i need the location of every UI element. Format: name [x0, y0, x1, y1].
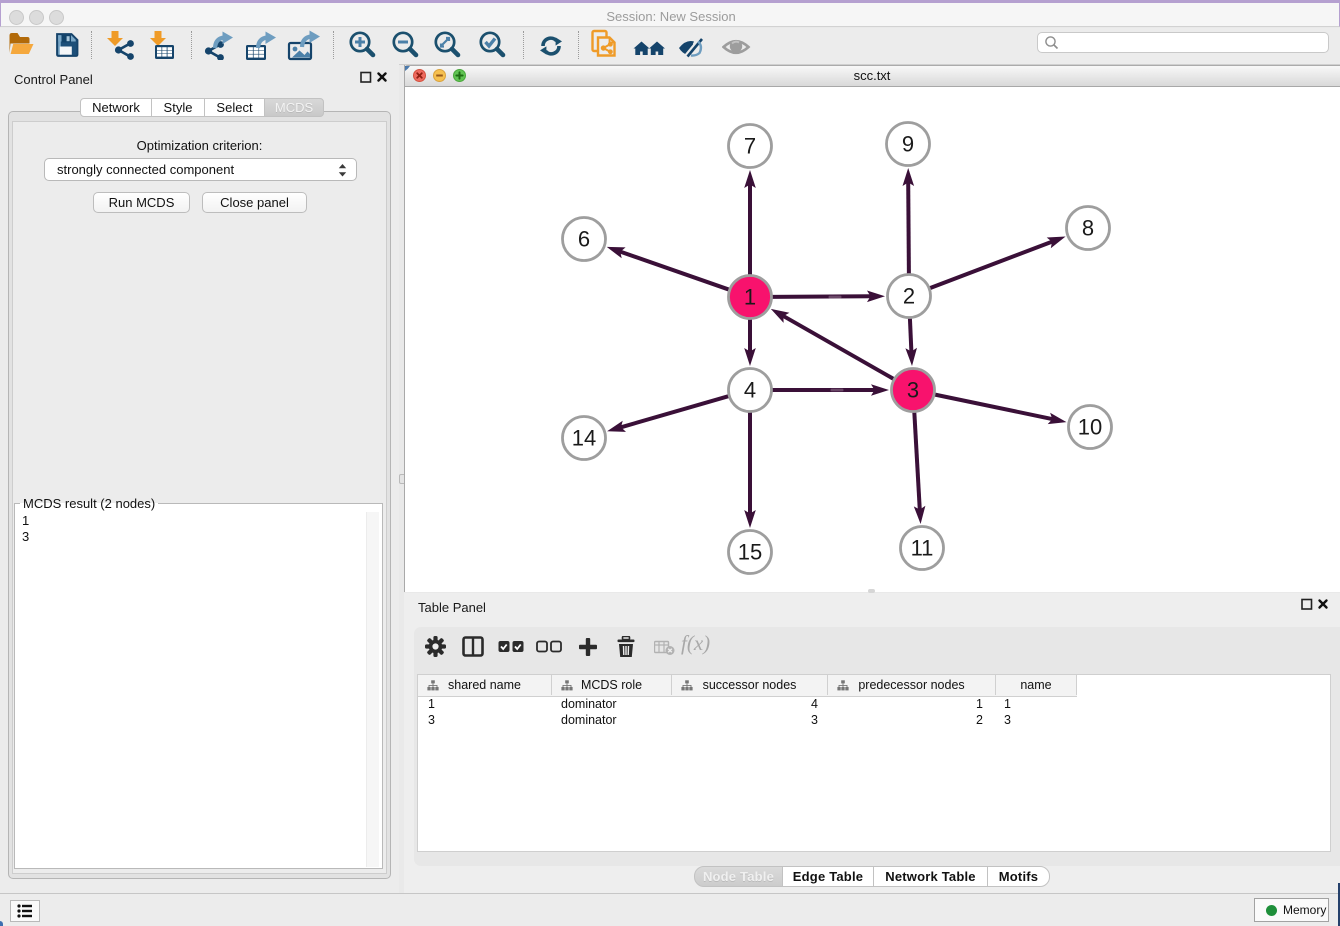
svg-text:11: 11: [911, 536, 934, 561]
svg-text:7: 7: [744, 134, 756, 159]
svg-text:2: 2: [903, 284, 915, 309]
svg-text:1: 1: [744, 285, 756, 310]
svg-text:9: 9: [902, 132, 914, 157]
svg-text:6: 6: [578, 227, 590, 252]
svg-text:4: 4: [744, 378, 756, 403]
svg-text:15: 15: [738, 540, 762, 565]
svg-text:8: 8: [1082, 216, 1094, 241]
svg-text:14: 14: [572, 426, 596, 451]
svg-text:10: 10: [1078, 415, 1102, 440]
svg-text:3: 3: [907, 378, 919, 403]
